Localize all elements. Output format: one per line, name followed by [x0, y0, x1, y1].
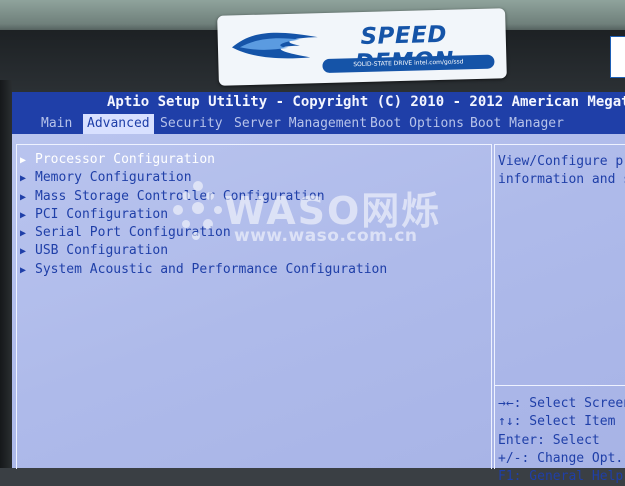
monitor-left-bezel — [0, 80, 12, 468]
menu-item-label: PCI Configuration — [35, 206, 169, 222]
menu-item-label: Processor Configuration — [35, 152, 216, 167]
submenu-arrow-icon: ▶ — [20, 155, 27, 166]
tab-boot-manager[interactable]: Boot Manager — [466, 114, 568, 134]
menu-item-processor-configuration[interactable]: ▶ Processor Configuration — [20, 151, 387, 169]
submenu-arrow-icon: ▶ — [20, 264, 27, 276]
key-help-list: →←: Select Screen ↑↓: Select Item Enter:… — [498, 395, 625, 486]
menu-item-label: Mass Storage Controller Configuration — [35, 188, 325, 204]
speed-demon-sticker: SPEED DEMON SOLID-STATE DRIVE intel.com/… — [217, 8, 507, 86]
help-description: View/Configure pro information and se — [498, 154, 625, 187]
help-panel: View/Configure pro information and se →←… — [494, 144, 625, 484]
menu-item-label: Serial Port Configuration — [35, 225, 231, 241]
menu-item-label: Memory Configuration — [35, 170, 192, 186]
menu-item-label: System Acoustic and Performance Configur… — [35, 261, 388, 277]
menu-item-memory-configuration[interactable]: ▶ Memory Configuration — [20, 169, 387, 187]
bios-menu-bar: Main Advanced Security Server Management… — [12, 114, 625, 134]
submenu-arrow-icon: ▶ — [20, 209, 27, 221]
tab-advanced[interactable]: Advanced — [83, 114, 154, 134]
bios-body: ▶ Processor Configuration ▶ Memory Configu… — [12, 134, 625, 484]
key-help-select-screen: →←: Select Screen — [498, 396, 625, 411]
submenu-arrow-icon: ▶ — [20, 191, 27, 203]
submenu-arrow-icon: ▶ — [20, 173, 27, 185]
key-help-select-item: ↑↓: Select Item — [498, 414, 616, 430]
tab-server-management[interactable]: Server Management — [230, 114, 371, 134]
tab-main[interactable]: Main — [37, 114, 76, 134]
main-panel: ▶ Processor Configuration ▶ Memory Configu… — [16, 144, 492, 469]
menu-list: ▶ Processor Configuration ▶ Memory Configu… — [20, 151, 387, 279]
key-help-change-opt: +/-: Change Opt. — [498, 450, 624, 466]
menu-item-label: USB Configuration — [35, 243, 169, 259]
key-help-enter: Enter: Select — [498, 432, 600, 448]
bios-title: Aptio Setup Utility - Copyright (C) 2010… — [107, 94, 625, 110]
tab-security[interactable]: Security — [156, 114, 227, 134]
help-divider — [495, 385, 625, 386]
key-help-general-help: F1: General Help — [498, 469, 624, 485]
bios-title-bar: Aptio Setup Utility - Copyright (C) 2010… — [12, 92, 625, 114]
intel-logo-icon — [610, 36, 625, 78]
menu-item-pci-configuration[interactable]: ▶ PCI Configuration — [20, 206, 387, 224]
bios-screen: Aptio Setup Utility - Copyright (C) 2010… — [12, 92, 625, 484]
menu-item-system-acoustic-performance[interactable]: ▶ System Acoustic and Performance Configu… — [20, 261, 387, 279]
submenu-arrow-icon: ▶ — [20, 246, 27, 258]
tab-boot-options[interactable]: Boot Options — [366, 114, 468, 134]
menu-item-usb-configuration[interactable]: ▶ USB Configuration — [20, 242, 387, 260]
menu-item-mass-storage-controller-configuration[interactable]: ▶ Mass Storage Controller Configuration — [20, 188, 387, 206]
menu-item-serial-port-configuration[interactable]: ▶ Serial Port Configuration — [20, 224, 387, 242]
submenu-arrow-icon: ▶ — [20, 228, 27, 240]
flame-icon — [231, 32, 318, 59]
